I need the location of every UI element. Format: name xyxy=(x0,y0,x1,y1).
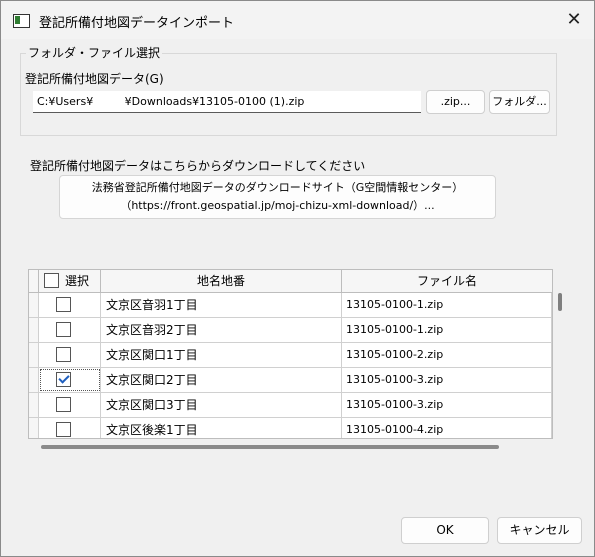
place-name-cell: 文京区関口3丁目 xyxy=(101,393,342,417)
table-row[interactable]: 文京区関口1丁目 13105-0100-2.zip xyxy=(29,343,552,368)
row-checkbox[interactable] xyxy=(56,297,71,312)
row-header[interactable] xyxy=(29,393,39,417)
place-name-cell: 文京区音羽1丁目 xyxy=(101,293,342,317)
place-name-cell: 文京区関口2丁目 xyxy=(101,368,342,392)
file-column-header[interactable]: ファイル名 xyxy=(342,270,552,292)
file-list-grid: 選択 地名地番 ファイル名 文京区音羽1丁目 13105-0100-1.zip 文京… xyxy=(28,269,553,439)
name-column-header[interactable]: 地名地番 xyxy=(101,270,342,292)
file-name-cell: 13105-0100-3.zip xyxy=(342,393,552,417)
file-name-cell: 13105-0100-1.zip xyxy=(342,318,552,342)
file-name-cell: 13105-0100-2.zip xyxy=(342,343,552,367)
row-header[interactable] xyxy=(29,318,39,342)
row-checkbox[interactable] xyxy=(56,372,71,387)
row-checkbox[interactable] xyxy=(56,422,71,437)
app-icon xyxy=(13,14,30,28)
ok-button[interactable]: OK xyxy=(401,517,489,544)
select-cell[interactable] xyxy=(39,293,101,317)
horizontal-scrollbar[interactable] xyxy=(41,445,499,449)
download-label: 登記所備付地図データはこちらからダウンロードしてください xyxy=(30,159,366,173)
table-row[interactable]: 文京区関口3丁目 13105-0100-3.zip xyxy=(29,393,552,418)
download-site-line2: （https://front.geospatial.jp/moj-chizu-x… xyxy=(120,199,435,212)
file-name-cell: 13105-0100-4.zip xyxy=(342,418,552,438)
table-row[interactable]: 文京区後楽1丁目 13105-0100-4.zip xyxy=(29,418,552,438)
group-title: フォルダ・ファイル選択 xyxy=(26,44,163,61)
row-header[interactable] xyxy=(29,293,39,317)
table-row[interactable]: 文京区音羽2丁目 13105-0100-1.zip xyxy=(29,318,552,343)
place-name-cell: 文京区音羽2丁目 xyxy=(101,318,342,342)
file-path-input[interactable]: C:¥Users¥ ¥Downloads¥13105-0100 (1).zip xyxy=(33,91,421,113)
download-site-line1: 法務省登記所備付地図データのダウンロードサイト（G空間情報センター） xyxy=(91,181,464,194)
row-header[interactable] xyxy=(29,368,39,392)
table-row[interactable]: 文京区関口2丁目 13105-0100-3.zip xyxy=(29,368,552,393)
zip-button[interactable]: .zip... xyxy=(426,90,485,114)
row-header-corner xyxy=(29,270,39,292)
row-header[interactable] xyxy=(29,343,39,367)
select-cell[interactable] xyxy=(39,418,101,438)
file-name-cell: 13105-0100-3.zip xyxy=(342,368,552,392)
file-name-cell: 13105-0100-1.zip xyxy=(342,293,552,317)
file-label: 登記所備付地図データ(G) xyxy=(25,72,164,86)
download-site-button[interactable]: 法務省登記所備付地図データのダウンロードサイト（G空間情報センター） （http… xyxy=(59,175,496,219)
select-cell[interactable] xyxy=(39,393,101,417)
grid-header: 選択 地名地番 ファイル名 xyxy=(29,270,552,293)
select-column-header[interactable]: 選択 xyxy=(39,270,101,292)
place-name-cell: 文京区関口1丁目 xyxy=(101,343,342,367)
close-icon[interactable]: ✕ xyxy=(561,7,587,33)
row-checkbox[interactable] xyxy=(56,397,71,412)
window-title: 登記所備付地図データインポート xyxy=(39,16,235,31)
title-bar: 登記所備付地図データインポート ✕ xyxy=(1,1,594,39)
folder-button[interactable]: フォルダ... xyxy=(489,90,550,114)
cancel-button[interactable]: キャンセル xyxy=(497,517,582,544)
select-column-label: 選択 xyxy=(65,274,90,288)
row-checkbox[interactable] xyxy=(56,322,71,337)
select-all-checkbox[interactable] xyxy=(44,273,59,288)
import-dialog: 登記所備付地図データインポート ✕ フォルダ・ファイル選択 登記所備付地図データ… xyxy=(0,0,595,557)
select-cell[interactable] xyxy=(39,368,101,392)
table-row[interactable]: 文京区音羽1丁目 13105-0100-1.zip xyxy=(29,293,552,318)
select-cell[interactable] xyxy=(39,343,101,367)
row-header[interactable] xyxy=(29,418,39,438)
select-cell[interactable] xyxy=(39,318,101,342)
vertical-scrollbar[interactable] xyxy=(558,293,562,311)
row-checkbox[interactable] xyxy=(56,347,71,362)
place-name-cell: 文京区後楽1丁目 xyxy=(101,418,342,438)
